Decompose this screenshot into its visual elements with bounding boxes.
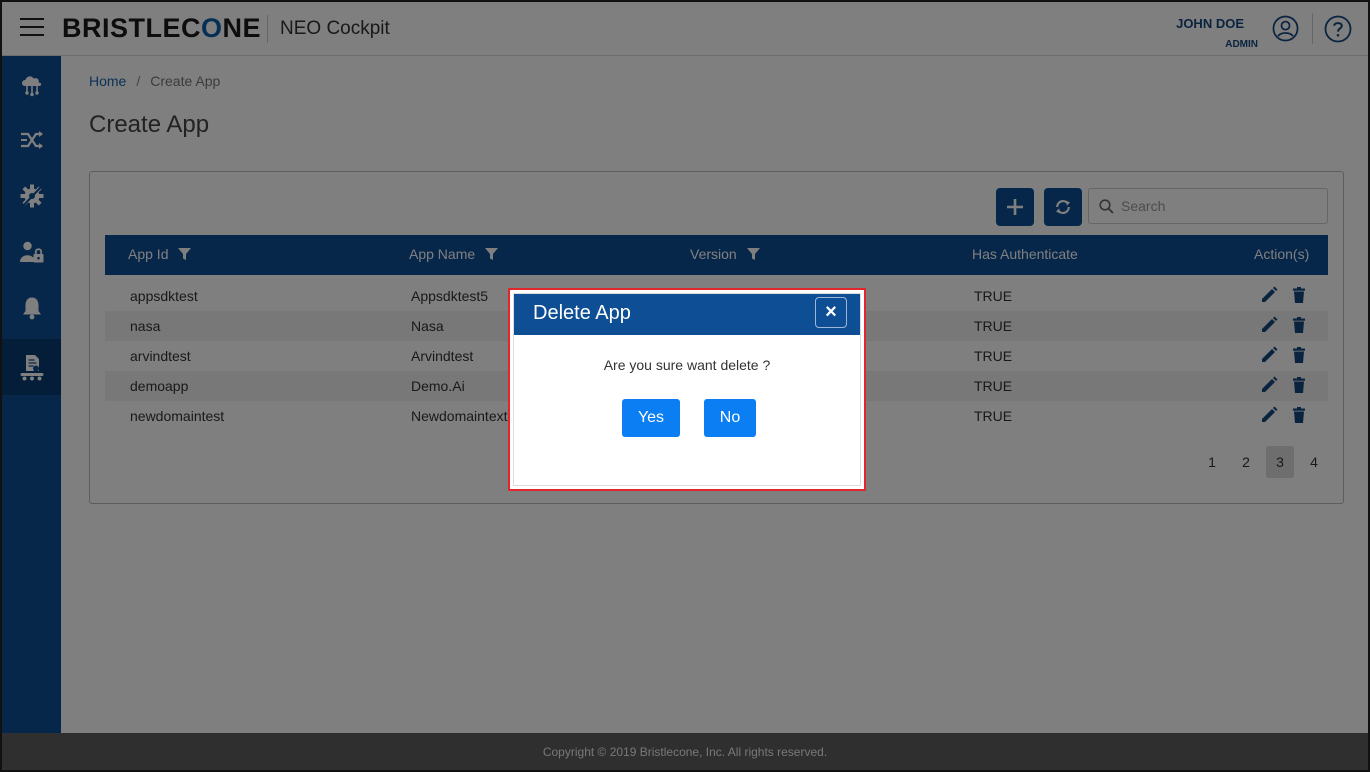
app-window: BRISTLECONE NEO Cockpit JOHN DOE ADMIN bbox=[0, 0, 1370, 772]
dialog-header: Delete App × bbox=[514, 294, 860, 335]
confirm-no-button[interactable]: No bbox=[704, 399, 756, 437]
delete-app-dialog: Delete App × Are you sure want delete ? … bbox=[513, 293, 861, 486]
dialog-message: Are you sure want delete ? bbox=[603, 357, 771, 373]
close-dialog-button[interactable]: × bbox=[815, 297, 847, 328]
close-icon: × bbox=[825, 301, 837, 323]
modal-highlight: Delete App × Are you sure want delete ? … bbox=[508, 288, 866, 491]
confirm-yes-button[interactable]: Yes bbox=[622, 399, 680, 437]
dialog-title: Delete App bbox=[533, 302, 631, 324]
